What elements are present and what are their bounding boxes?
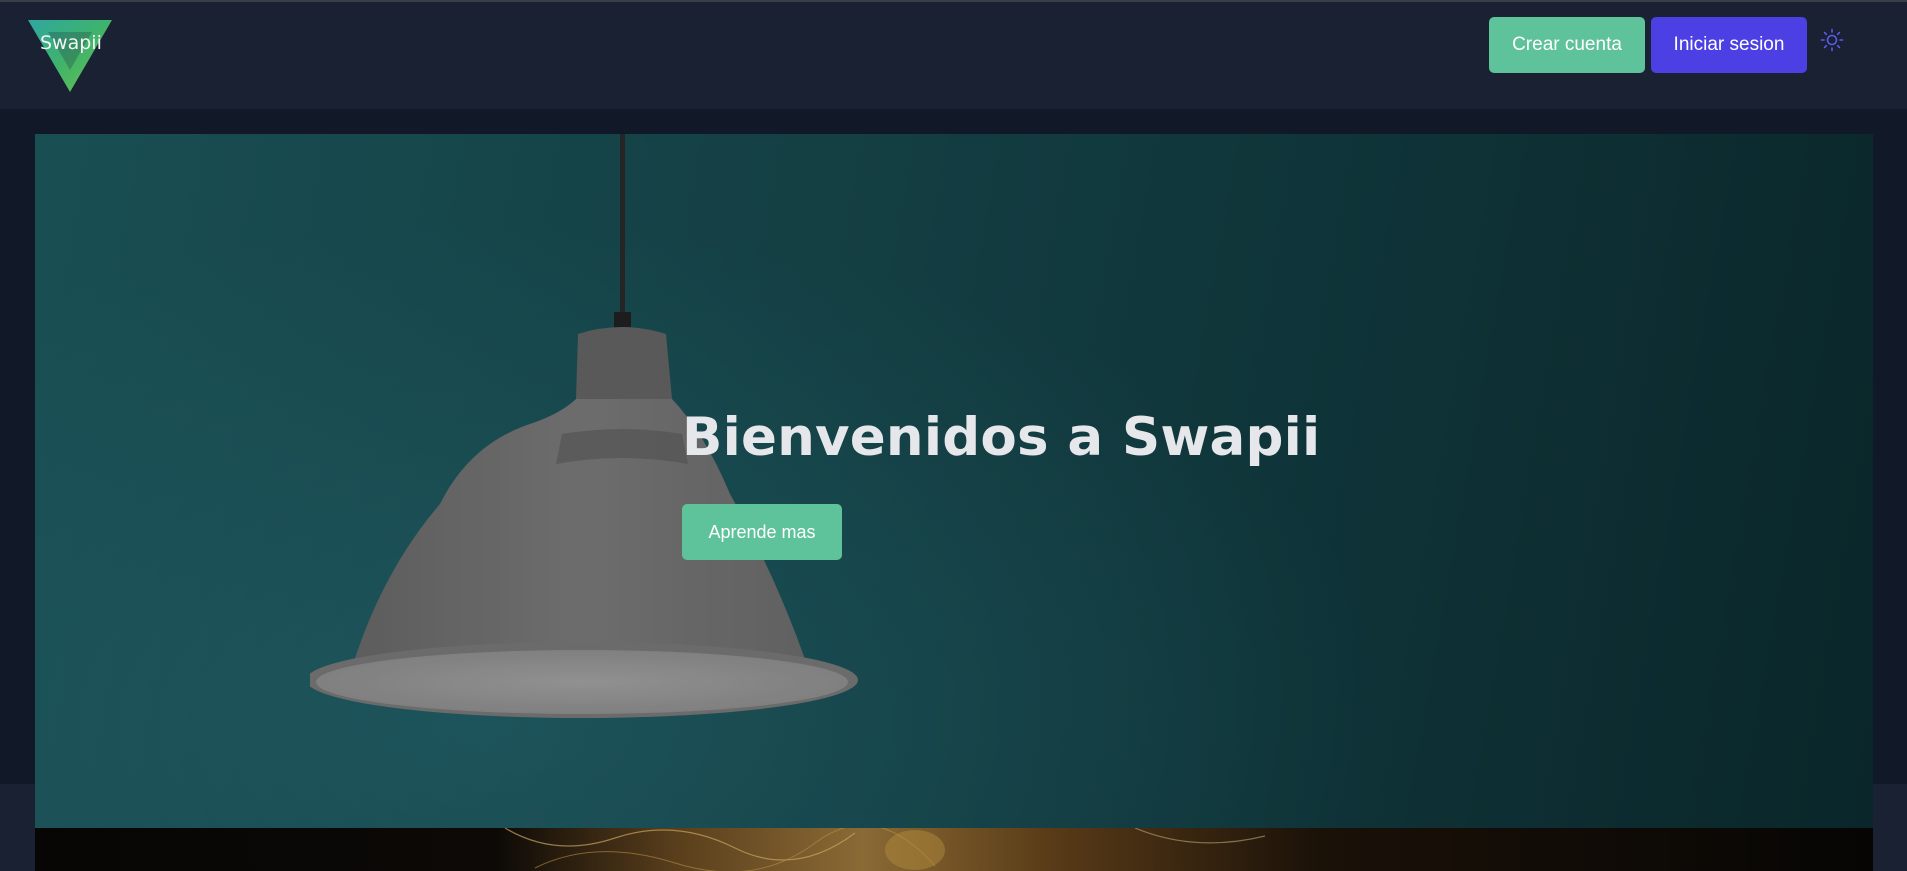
- learn-more-button[interactable]: Aprende mas: [682, 504, 842, 560]
- green-triangle-logo-icon: [28, 20, 112, 92]
- light-bulbs-image: [504, 828, 1266, 871]
- brand-logo[interactable]: Swapii: [26, 18, 114, 94]
- hero-title: Bienvenidos a Swapii: [682, 407, 1321, 468]
- second-banner-image: [35, 828, 1873, 871]
- navbar: Swapii Crear cuenta Iniciar sesion: [0, 2, 1907, 109]
- brand-name: Swapii: [40, 32, 102, 54]
- hero-banner: Bienvenidos a Swapii Aprende mas: [35, 134, 1873, 828]
- hero-overlay: [35, 134, 1873, 828]
- create-account-button[interactable]: Crear cuenta: [1489, 17, 1645, 73]
- sun-icon[interactable]: [1820, 28, 1844, 52]
- login-button[interactable]: Iniciar sesion: [1651, 17, 1807, 73]
